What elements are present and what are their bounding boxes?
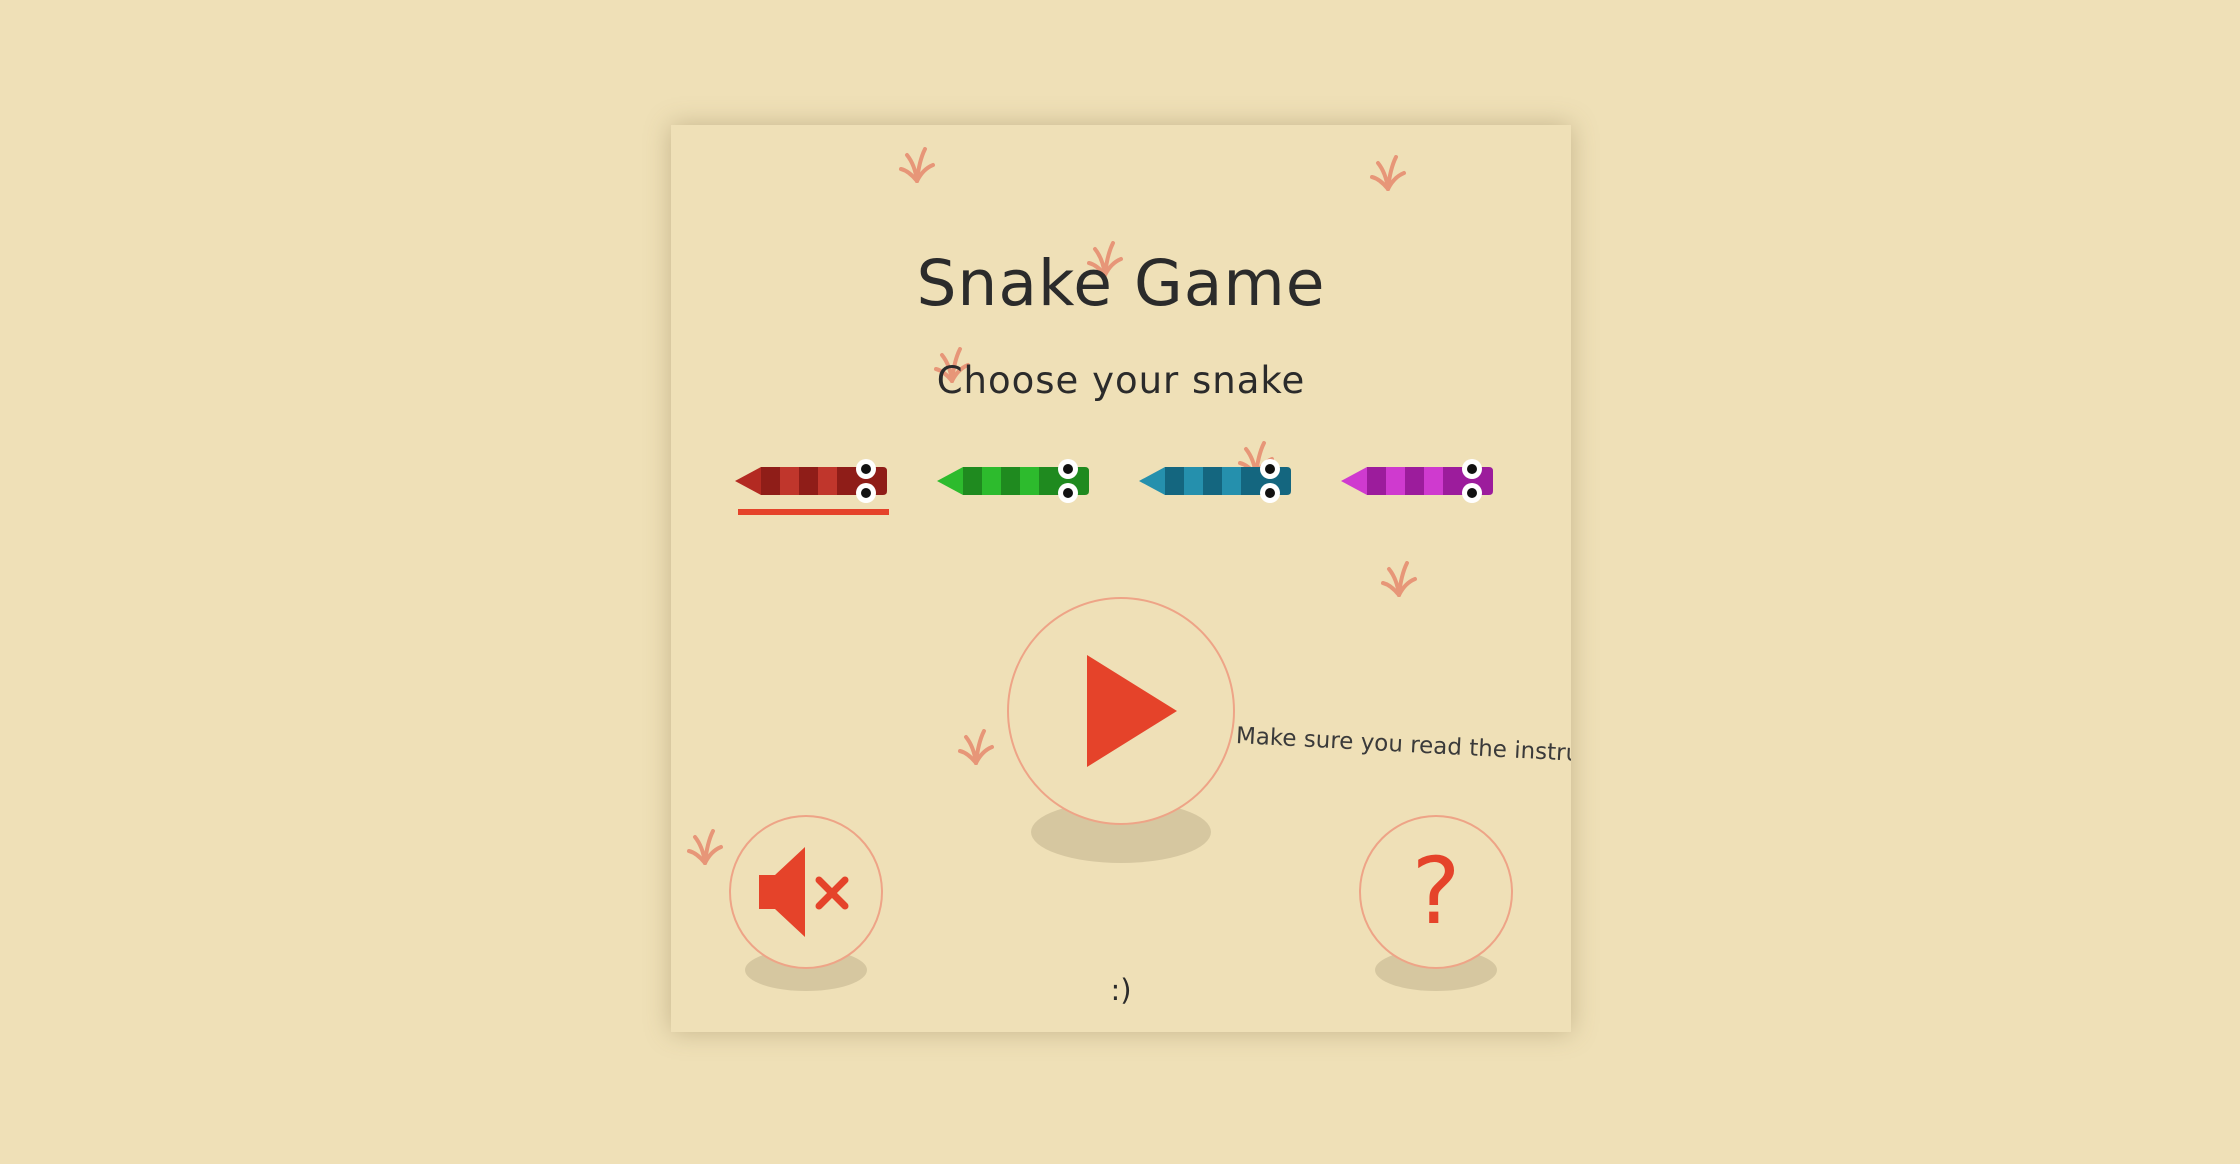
game-panel: Snake Game Choose your snake Make sure y… — [671, 125, 1571, 1032]
snake-option-blue[interactable] — [1135, 447, 1295, 527]
purple-snake-icon — [1341, 459, 1493, 503]
footer-smiley: :) — [1110, 973, 1132, 1007]
play-button[interactable] — [1007, 597, 1235, 825]
help-button[interactable]: ? — [1359, 815, 1513, 969]
play-icon — [1087, 655, 1177, 767]
grass-tuft-icon — [687, 829, 723, 865]
game-title: Snake Game — [916, 247, 1326, 320]
instructions-marquee: Make sure you read the instruct — [1235, 723, 1571, 769]
snake-option-green[interactable] — [933, 447, 1093, 527]
blue-snake-icon — [1139, 459, 1291, 503]
grass-tuft-icon — [899, 147, 935, 183]
grass-tuft-icon — [958, 729, 994, 765]
red-snake-icon — [735, 459, 887, 503]
snake-option-red[interactable] — [731, 447, 891, 527]
green-snake-icon — [937, 459, 1089, 503]
grass-tuft-icon — [1370, 155, 1406, 191]
speaker-muted-icon — [759, 847, 849, 937]
mute-button[interactable] — [729, 815, 883, 969]
question-mark-icon: ? — [1411, 838, 1461, 945]
choose-snake-label: Choose your snake — [936, 359, 1306, 402]
selected-snake-indicator — [738, 509, 889, 515]
snake-option-purple[interactable] — [1337, 447, 1497, 527]
grass-tuft-icon — [1381, 561, 1417, 597]
